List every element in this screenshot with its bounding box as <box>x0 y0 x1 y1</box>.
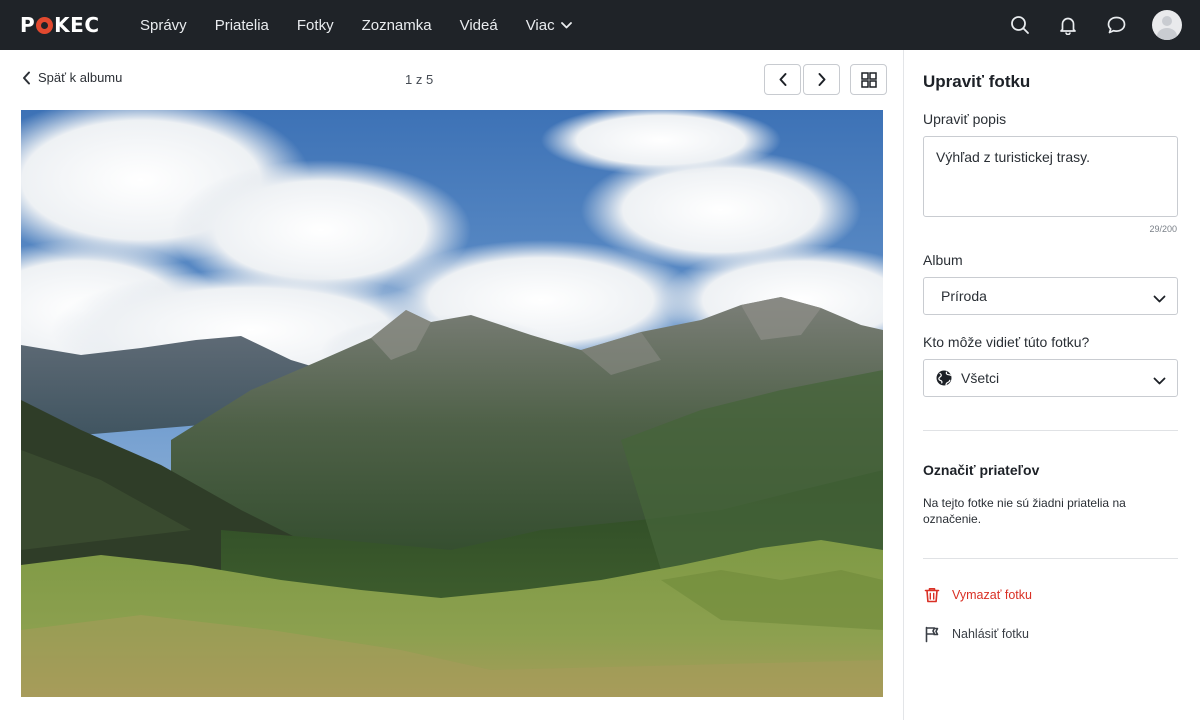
character-counter: 29/200 <box>1149 224 1177 234</box>
back-to-album-link[interactable]: Späť k albumu <box>22 70 122 85</box>
nav-item-fotky[interactable]: Fotky <box>283 0 348 50</box>
visibility-label: Kto môže vidieť túto fotku? <box>923 334 1090 350</box>
search-icon[interactable] <box>1008 13 1032 37</box>
nav-item-label: Priatelia <box>214 16 269 34</box>
album-value: Príroda <box>941 288 987 304</box>
nav-item-videa[interactable]: Videá <box>446 0 512 50</box>
nav-item-viac[interactable]: Viac <box>512 0 586 50</box>
chevron-left-icon <box>23 71 30 84</box>
nav-item-label: Viac <box>525 16 555 34</box>
bell-icon[interactable] <box>1056 13 1080 37</box>
visibility-select[interactable]: Všetci <box>923 359 1178 397</box>
tag-friends-title: Označiť priateľov <box>923 462 1040 478</box>
nav-item-zoznamka[interactable]: Zoznamka <box>348 0 446 50</box>
album-label: Album <box>923 252 963 268</box>
top-navigation-bar: P KEC Správy Priatelia Fotky Zoznamka Vid… <box>0 0 1200 50</box>
divider <box>923 558 1178 559</box>
nav-item-label: Správy <box>140 16 187 34</box>
panel-title: Upraviť fotku <box>923 72 1031 91</box>
trash-icon <box>924 588 940 603</box>
back-label: Späť k albumu <box>38 70 123 85</box>
grid-icon <box>860 71 877 88</box>
divider <box>923 430 1178 431</box>
description-textarea[interactable]: Výhľad z turistickej trasy. <box>923 136 1178 217</box>
chevron-right-icon <box>818 73 825 86</box>
next-photo-button[interactable] <box>803 64 840 95</box>
album-select[interactable]: Príroda <box>923 277 1178 315</box>
report-photo-label: Nahlásiť fotku <box>952 627 1029 641</box>
delete-photo-button[interactable]: Vymazať fotku <box>923 586 1032 604</box>
nav-item-label: Videá <box>459 16 498 34</box>
grid-view-button[interactable] <box>850 64 887 95</box>
chevron-left-icon <box>779 73 786 86</box>
top-icons <box>984 0 1182 50</box>
photo-counter: 1 z 5 <box>405 72 434 87</box>
globe-icon <box>935 369 953 387</box>
description-label: Upraviť popis <box>923 111 1007 127</box>
main-nav: Správy Priatelia Fotky Zoznamka Videá Vi… <box>126 0 586 50</box>
edit-photo-panel: Upraviť fotku Upraviť popis Výhľad z tur… <box>903 50 1200 720</box>
nav-item-label: Zoznamka <box>361 16 432 34</box>
description-value: Výhľad z turistickej trasy. <box>936 149 1090 165</box>
delete-photo-label: Vymazať fotku <box>952 588 1032 602</box>
report-photo-button[interactable]: Nahlásiť fotku <box>923 625 1029 643</box>
chat-bubble-icon[interactable] <box>1104 13 1128 37</box>
nav-item-label: Fotky <box>296 16 334 34</box>
avatar[interactable] <box>1152 10 1182 40</box>
tag-friends-note: Na tejto fotke nie sú žiadni priatelia n… <box>923 496 1126 526</box>
pokec-logo[interactable]: P KEC <box>20 13 100 37</box>
nav-item-spravy[interactable]: Správy <box>126 0 201 50</box>
chevron-down-icon <box>1153 290 1166 306</box>
visibility-value: Všetci <box>961 370 1000 386</box>
previous-photo-button[interactable] <box>764 64 801 95</box>
photo-viewer: Späť k albumu 1 z 5 <box>0 50 903 720</box>
mountain-landscape-photo <box>21 110 883 697</box>
nav-item-priatelia[interactable]: Priatelia <box>201 0 283 50</box>
flag-icon <box>925 626 939 643</box>
chevron-down-icon <box>1153 372 1166 388</box>
chevron-down-icon <box>560 21 572 29</box>
